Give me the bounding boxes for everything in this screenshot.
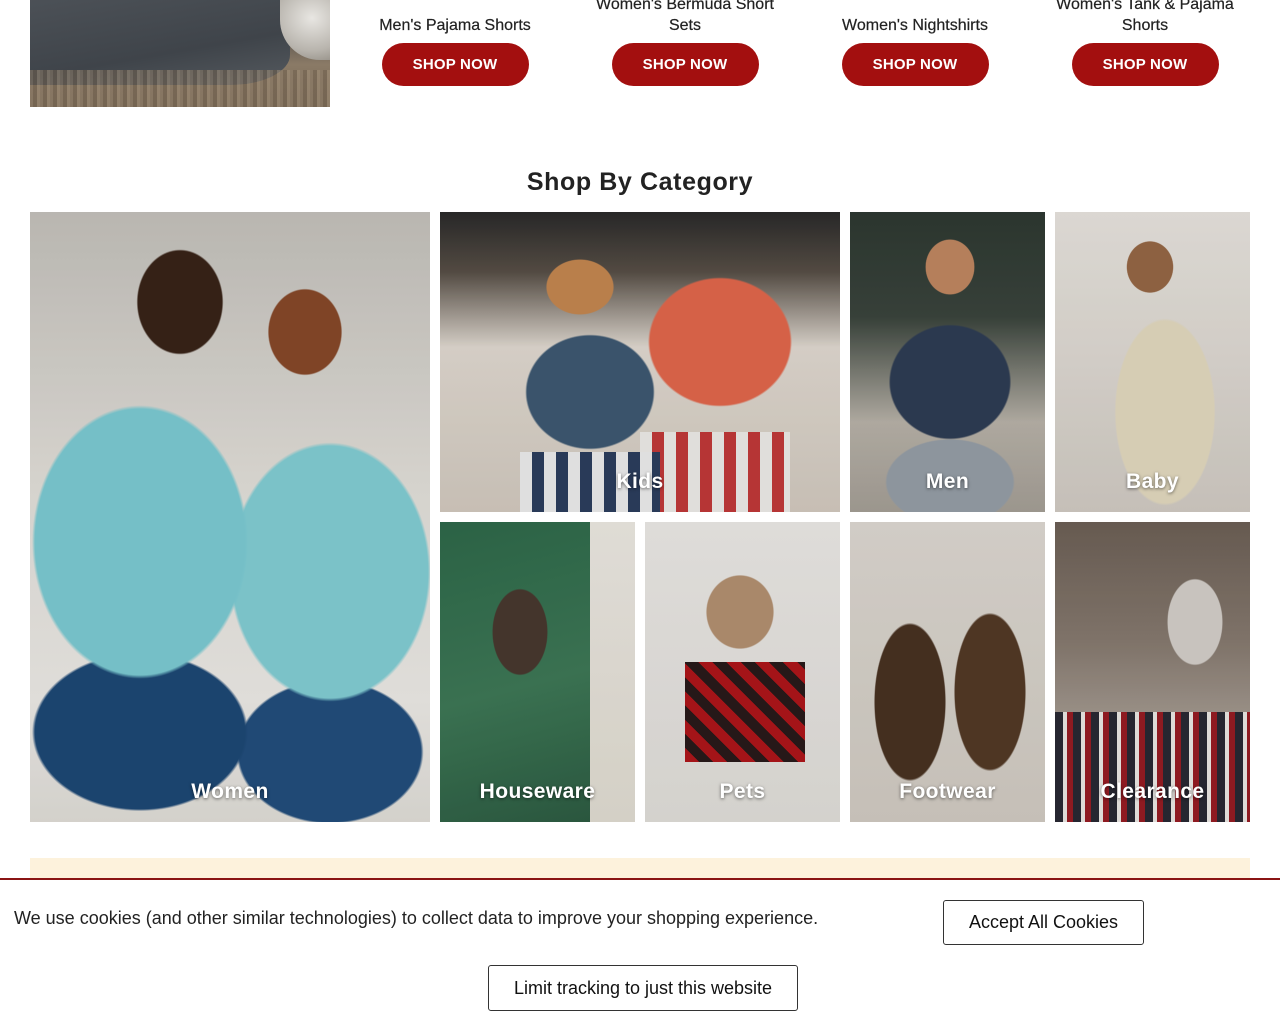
tile-shade [850, 212, 1045, 512]
category-label: Pets [719, 780, 766, 803]
shop-now-button[interactable]: SHOP NOW [841, 43, 989, 86]
category-tile-clearance[interactable]: Clearance [1055, 522, 1250, 822]
category-tile-footwear[interactable]: Footwear [850, 522, 1045, 822]
tile-shade [1055, 522, 1250, 822]
category-tile-kids[interactable]: Kids [440, 212, 840, 512]
section-title: Shop By Category [526, 168, 754, 196]
limit-tracking-button[interactable]: Limit tracking to just this website [488, 965, 798, 1011]
category-tile-houseware[interactable]: Houseware [440, 522, 635, 822]
tile-shade [440, 522, 635, 822]
category-label: Women [191, 780, 269, 803]
cookie-message: We use cookies (and other similar techno… [14, 908, 819, 928]
shop-now-button[interactable]: SHOP NOW [1071, 43, 1219, 86]
accept-all-cookies-button[interactable]: Accept All Cookies [943, 900, 1144, 945]
shop-now-button[interactable]: SHOP NOW [611, 43, 759, 86]
category-label: Clearance [1100, 780, 1205, 803]
category-tile-pets[interactable]: Pets [645, 522, 840, 822]
category-tile-baby[interactable]: Baby [1055, 212, 1250, 512]
tile-shade [1055, 212, 1250, 512]
tile-shade [440, 212, 840, 512]
category-label: Houseware [479, 780, 596, 803]
tile-shade [30, 212, 430, 822]
promo-item-title[interactable]: Men's Pajama Shorts [355, 0, 555, 36]
category-label: Kids [616, 470, 664, 493]
category-tile-men[interactable]: Men [850, 212, 1045, 512]
shop-now-button[interactable]: SHOP NOW [381, 43, 529, 86]
tile-shade [850, 522, 1045, 822]
cookie-banner: We use cookies (and other similar techno… [0, 878, 1280, 1026]
promo-item-womens-nightshirts: Women's Nightshirts SHOP NOW [815, 0, 1015, 86]
promo-item-title[interactable]: Women's Bermuda Short Sets [585, 0, 785, 36]
gravel-ground [30, 70, 330, 107]
category-label: Men [925, 470, 970, 493]
promo-item-womens-tank-pajama-shorts: Women's Tank & Pajama Shorts SHOP NOW [1045, 0, 1245, 86]
category-tile-women[interactable]: Women [30, 212, 430, 822]
promo-item-title[interactable]: Women's Nightshirts [815, 0, 1015, 36]
promo-item-title[interactable]: Women's Tank & Pajama Shorts [1045, 0, 1245, 36]
promo-dog-image[interactable] [30, 0, 330, 107]
tile-shade [645, 522, 840, 822]
promo-item-mens-pajama-shorts: Men's Pajama Shorts SHOP NOW [355, 0, 555, 86]
category-label: Footwear [899, 780, 996, 803]
promo-item-womens-bermuda-short-sets: Women's Bermuda Short Sets SHOP NOW [585, 0, 785, 86]
category-label: Baby [1126, 470, 1179, 493]
